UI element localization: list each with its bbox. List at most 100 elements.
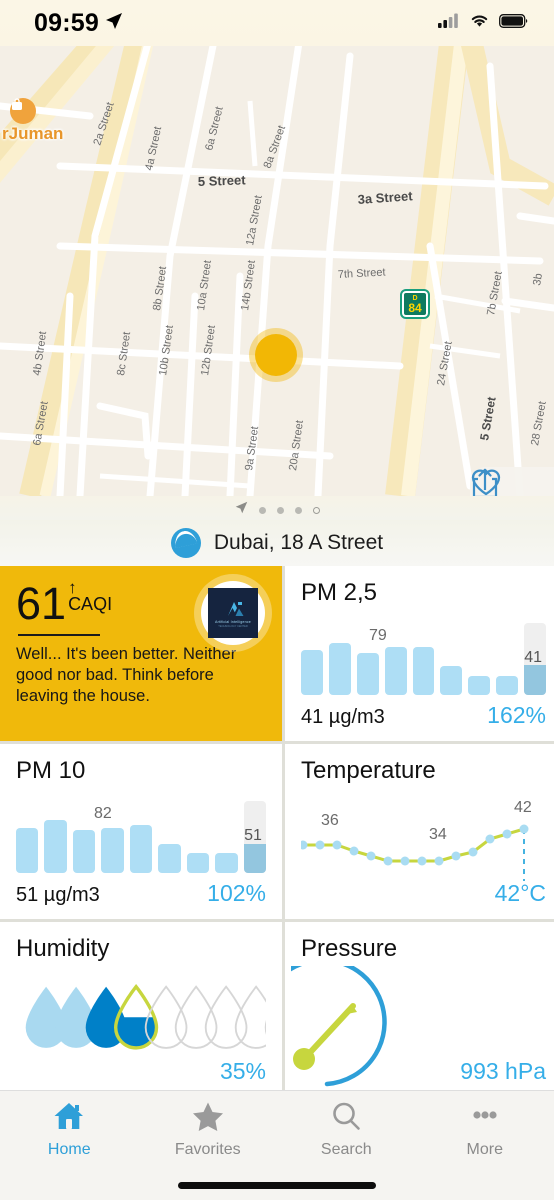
svg-text:7th Street: 7th Street — [338, 267, 386, 281]
shopping-bag-icon — [10, 98, 36, 124]
tab-label-more: More — [466, 1141, 503, 1158]
temperature-chart: 36 34 42 — [298, 799, 532, 881]
map-view[interactable]: 2a Street 4a Street 5 Street 6a Street 8… — [0, 46, 554, 496]
pm25-footer: 41 µg/m3 162% — [301, 702, 546, 729]
tab-bar: Home Favorites Search More — [0, 1090, 554, 1200]
pm25-percent: 162% — [487, 702, 546, 728]
page-indicator[interactable] — [0, 496, 554, 520]
bar — [158, 844, 181, 873]
svg-text:3b: 3b — [531, 272, 545, 286]
bar — [101, 828, 124, 873]
status-bar: 09:59 — [0, 0, 554, 46]
avatar[interactable]: Artificial Intelligence TECHNOLOGY CENTE… — [194, 574, 272, 652]
tab-label-search: Search — [320, 1141, 372, 1158]
humidity-footer: 35% — [16, 1058, 266, 1085]
pm10-current-label: 51 — [244, 827, 262, 844]
search-icon — [330, 1101, 362, 1136]
pm10-percent: 102% — [207, 880, 266, 906]
highway-shield-icon: D 84 — [400, 289, 430, 319]
tab-home[interactable]: Home — [0, 1101, 139, 1159]
home-indicator — [178, 1182, 376, 1189]
temp-label-1: 36 — [321, 812, 339, 829]
card-title-humidity: Humidity — [16, 935, 110, 962]
pm25-current-label: 41 — [524, 649, 543, 666]
bar — [72, 829, 96, 873]
tab-search[interactable]: Search — [277, 1101, 416, 1159]
caqi-trend-arrow-icon: ↑ — [68, 578, 77, 597]
map-action-bar — [470, 467, 554, 496]
avatar-logo-icon: Artificial Intelligence TECHNOLOGY CENTE… — [208, 588, 258, 638]
pm25-value: 41 µg/m3 — [301, 706, 385, 728]
status-bar-time: 09:59 — [34, 8, 99, 37]
bar — [129, 825, 153, 873]
caqi-value: 61 — [16, 578, 67, 629]
location-bar[interactable]: Dubai, 18 A Street — [0, 520, 554, 566]
bar-current-fill — [243, 844, 266, 873]
pm25-chart: 79 41 — [301, 623, 547, 695]
air-quality-globe-icon — [170, 528, 201, 558]
cellular-signal-icon — [438, 13, 460, 33]
page-dot[interactable] — [258, 506, 266, 514]
bar — [328, 643, 351, 695]
card-title-temperature: Temperature — [301, 757, 436, 784]
status-bar-indicators — [438, 13, 528, 33]
pm25-bars: 41 — [301, 623, 547, 695]
pressure-value: 993 hPa — [460, 1058, 546, 1084]
bar-current-track: 51 — [243, 801, 266, 873]
avatar-logo-text: Artificial Intelligence — [215, 618, 251, 624]
card-temperature[interactable]: Temperature 36 34 42 42°C — [285, 744, 554, 919]
humidity-percent: 35% — [219, 1058, 266, 1084]
battery-full-icon — [499, 13, 528, 33]
avatar-logo-subtext: TECHNOLOGY CENTER — [218, 624, 248, 628]
card-title-pressure: Pressure — [301, 935, 398, 962]
caqi-unit-label: CAQI — [68, 594, 113, 614]
card-pressure[interactable]: Pressure 993 hPa — [285, 922, 554, 1097]
wifi-icon — [469, 13, 490, 33]
air-quality-map-marker[interactable] — [255, 334, 297, 376]
card-caqi[interactable]: 61 ↑ CAQI Well... It's been better. Neit… — [0, 566, 282, 741]
tab-more[interactable]: More — [416, 1101, 554, 1159]
temp-label-3: 42 — [514, 799, 532, 816]
bar — [496, 676, 519, 695]
tab-label-favorites: Favorites — [174, 1141, 241, 1158]
home-icon — [53, 1101, 85, 1136]
metrics-grid: 61 ↑ CAQI Well... It's been better. Neit… — [0, 566, 554, 1097]
bar — [412, 647, 435, 695]
bar — [468, 676, 491, 695]
tab-favorites[interactable]: Favorites — [139, 1101, 278, 1159]
card-pm25[interactable]: PM 2,5 79 41 41 µg/m3 162% — [285, 566, 554, 741]
page-dot[interactable] — [276, 506, 284, 514]
pressure-footer: 993 hPa — [301, 1058, 546, 1085]
bar — [16, 828, 39, 873]
card-title-pm25: PM 2,5 — [301, 579, 378, 606]
pm10-value: 51 µg/m3 — [16, 884, 100, 906]
page-dot-active[interactable] — [312, 506, 320, 514]
status-bar-time-group: 09:59 — [34, 9, 123, 38]
svg-text:5 Street: 5 Street — [198, 172, 247, 189]
bar — [384, 647, 407, 695]
bar — [440, 666, 463, 695]
pm10-footer: 51 µg/m3 102% — [16, 880, 266, 907]
map-poi-label: rJuman — [2, 124, 64, 143]
humidity-droplets — [16, 975, 338, 1055]
map-canvas: 2a Street 4a Street 5 Street 6a Street 8… — [0, 46, 554, 496]
location-name: Dubai, 18 A Street — [213, 531, 384, 554]
pm10-bars: 51 — [16, 801, 266, 873]
shield-number: 84 — [408, 300, 422, 315]
pm10-chart: 82 51 — [16, 801, 266, 873]
bar — [356, 653, 379, 695]
pm10-peak-label: 82 — [94, 805, 112, 822]
bar — [301, 650, 323, 695]
card-title-pm10: PM 10 — [16, 757, 86, 784]
temperature-value: 42°C — [494, 880, 546, 906]
location-arrow-icon — [235, 501, 248, 519]
card-pm10[interactable]: PM 10 82 51 51 µg/m3 102% — [0, 744, 282, 919]
pm25-peak-label: 79 — [369, 627, 387, 644]
temperature-footer: 42°C — [301, 880, 546, 907]
bar-current-fill — [524, 665, 547, 695]
page-dot[interactable] — [294, 506, 302, 514]
caqi-divider — [18, 634, 100, 636]
card-humidity[interactable]: Humidity 35% — [0, 922, 338, 1097]
tab-label-home: Home — [47, 1141, 91, 1158]
temp-label-2: 34 — [429, 826, 447, 843]
